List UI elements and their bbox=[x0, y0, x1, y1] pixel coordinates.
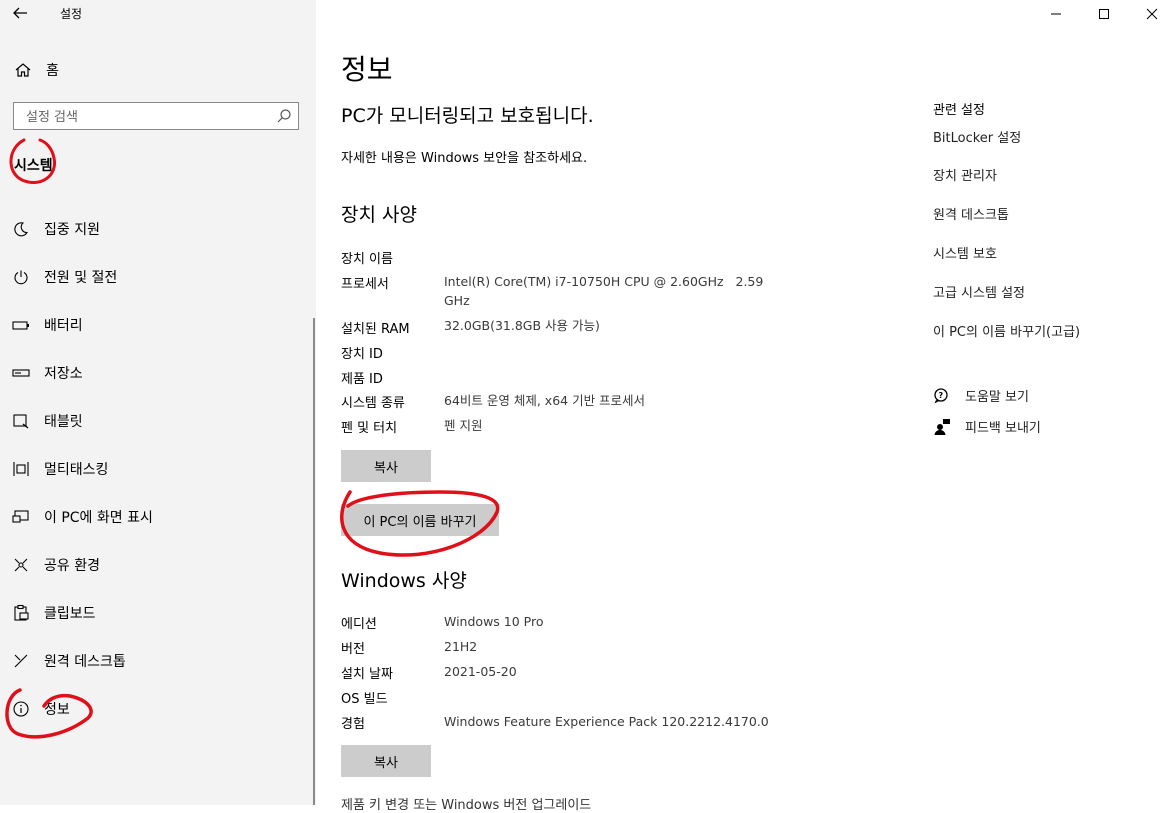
sidebar-item-label: 정보 bbox=[44, 702, 70, 718]
sidebar-item-focus-assist[interactable]: 집중 지원 bbox=[10, 216, 100, 242]
related-link-bitlocker[interactable]: BitLocker 설정 bbox=[933, 127, 1021, 146]
section-title-system: 시스템 bbox=[14, 158, 53, 174]
sidebar-item-label: 배터리 bbox=[44, 318, 83, 334]
related-link-system-protection[interactable]: 시스템 보호 bbox=[933, 243, 997, 262]
spec-label: 프로세서 bbox=[341, 277, 389, 292]
sidebar-item-label: 이 PC에 화면 표시 bbox=[44, 510, 153, 526]
spec-value: Windows Feature Experience Pack 120.2212… bbox=[444, 714, 769, 729]
spec-label: 경험 bbox=[341, 717, 365, 732]
sidebar: 설정 홈 시스템 집중 지원 전원 및 절전 배터리 저장소 태블릿 멀티태스킹… bbox=[0, 0, 316, 805]
home-label: 홈 bbox=[46, 63, 59, 79]
related-link-advanced-system[interactable]: 고급 시스템 설정 bbox=[933, 282, 1025, 301]
help-chat-icon: ? bbox=[934, 387, 948, 403]
tablet-icon bbox=[10, 410, 32, 432]
clipboard-icon bbox=[10, 602, 32, 624]
maximize-button[interactable] bbox=[1080, 0, 1128, 28]
spec-label: 장치 ID bbox=[341, 347, 383, 362]
minimize-button[interactable] bbox=[1032, 0, 1080, 28]
sidebar-item-label: 집중 지원 bbox=[44, 222, 100, 238]
spec-value: 21H2 bbox=[444, 639, 478, 654]
spec-value: 32.0GB(31.8GB 사용 가능) bbox=[444, 318, 600, 333]
sidebar-item-remote-desktop[interactable]: 원격 데스크톱 bbox=[10, 648, 126, 674]
sidebar-item-about[interactable]: 정보 bbox=[10, 696, 70, 722]
sidebar-item-battery[interactable]: 배터리 bbox=[10, 312, 83, 338]
device-specs-heading: 장치 사양 bbox=[341, 204, 417, 226]
spec-value: 2021-05-20 bbox=[444, 664, 517, 679]
maximize-icon bbox=[1099, 9, 1109, 19]
change-product-key-link[interactable]: 제품 키 변경 또는 Windows 버전 업그레이드 bbox=[341, 794, 591, 813]
related-settings-title: 관련 설정 bbox=[933, 103, 985, 118]
spec-label: 펜 및 터치 bbox=[341, 421, 398, 436]
copy-windows-specs-button[interactable]: 복사 bbox=[341, 745, 431, 777]
svg-text:?: ? bbox=[939, 391, 944, 400]
related-link-remote-desktop[interactable]: 원격 데스크톱 bbox=[933, 204, 1009, 223]
back-arrow-icon bbox=[13, 7, 27, 19]
minimize-icon bbox=[1051, 13, 1061, 15]
shared-experiences-icon bbox=[10, 554, 32, 576]
spec-value-processor-cont: GHz bbox=[444, 293, 470, 308]
sidebar-item-project[interactable]: 이 PC에 화면 표시 bbox=[10, 504, 153, 530]
sidebar-item-label: 클립보드 bbox=[44, 606, 96, 622]
search-icon[interactable] bbox=[276, 108, 292, 128]
security-note-link[interactable]: 자세한 내용은 Windows 보안을 참조하세요. bbox=[341, 147, 587, 166]
sidebar-scrollbar[interactable] bbox=[313, 318, 315, 805]
sidebar-item-label: 저장소 bbox=[44, 366, 83, 382]
spec-value: Windows 10 Pro bbox=[444, 614, 544, 629]
windows-specs-heading: Windows 사양 bbox=[341, 570, 467, 592]
spec-label: 에디션 bbox=[341, 617, 377, 632]
close-button[interactable] bbox=[1128, 0, 1176, 28]
info-icon bbox=[10, 698, 32, 720]
help-label: 도움말 보기 bbox=[965, 390, 1029, 405]
power-icon bbox=[10, 266, 32, 288]
sidebar-item-storage[interactable]: 저장소 bbox=[10, 360, 83, 386]
storage-icon bbox=[10, 362, 32, 384]
project-icon bbox=[10, 506, 32, 528]
related-link-rename-advanced[interactable]: 이 PC의 이름 바꾸기(고급) bbox=[933, 321, 1080, 340]
spec-label: 설치 날짜 bbox=[341, 667, 393, 682]
home-icon bbox=[15, 63, 31, 77]
spec-label: 장치 이름 bbox=[341, 252, 393, 267]
sidebar-item-label: 원격 데스크톱 bbox=[44, 654, 126, 670]
spec-label: OS 빌드 bbox=[341, 692, 388, 707]
home-nav-item[interactable]: 홈 bbox=[14, 58, 59, 82]
feedback-person-icon bbox=[934, 418, 950, 435]
spec-label: 시스템 종류 bbox=[341, 396, 405, 411]
moon-icon bbox=[10, 218, 32, 240]
sidebar-item-shared-experiences[interactable]: 공유 환경 bbox=[10, 552, 100, 578]
rename-pc-button[interactable]: 이 PC의 이름 바꾸기 bbox=[341, 504, 499, 536]
sidebar-item-clipboard[interactable]: 클립보드 bbox=[10, 600, 96, 626]
app-title: 설정 bbox=[60, 7, 83, 21]
sidebar-item-power[interactable]: 전원 및 절전 bbox=[10, 264, 117, 290]
sidebar-item-label: 태블릿 bbox=[44, 414, 83, 430]
sidebar-item-tablet[interactable]: 태블릿 bbox=[10, 408, 83, 434]
related-link-device-manager[interactable]: 장치 관리자 bbox=[933, 165, 997, 184]
spec-label: 설치된 RAM bbox=[341, 322, 410, 337]
spec-label: 버전 bbox=[341, 642, 365, 657]
spec-value-processor: Intel(R) Core(TM) i7-10750H CPU @ 2.60GH… bbox=[444, 274, 764, 289]
back-button[interactable] bbox=[10, 3, 32, 23]
sidebar-item-label: 공유 환경 bbox=[44, 558, 100, 574]
spec-value: 64비트 운영 체제, x64 기반 프로세서 bbox=[444, 393, 646, 408]
spec-label: 제품 ID bbox=[341, 372, 383, 387]
feedback-label: 피드백 보내기 bbox=[965, 421, 1041, 436]
battery-icon bbox=[10, 314, 32, 336]
protection-status: PC가 모니터링되고 보호됩니다. bbox=[341, 105, 594, 127]
close-icon bbox=[1146, 8, 1158, 20]
spec-value: 펜 지원 bbox=[444, 418, 483, 433]
sidebar-item-label: 전원 및 절전 bbox=[44, 270, 118, 286]
window-controls bbox=[1032, 0, 1176, 28]
remote-desktop-icon bbox=[10, 650, 32, 672]
search-input[interactable] bbox=[24, 107, 268, 127]
get-help-link[interactable]: ? 도움말 보기 bbox=[933, 386, 1029, 405]
sidebar-item-label: 멀티태스킹 bbox=[44, 462, 109, 478]
send-feedback-link[interactable]: 피드백 보내기 bbox=[933, 417, 1041, 436]
multitasking-icon bbox=[10, 458, 32, 480]
search-box[interactable] bbox=[13, 102, 299, 130]
copy-device-specs-button[interactable]: 복사 bbox=[341, 450, 431, 482]
sidebar-item-multitasking[interactable]: 멀티태스킹 bbox=[10, 456, 108, 482]
page-title: 정보 bbox=[341, 53, 393, 86]
